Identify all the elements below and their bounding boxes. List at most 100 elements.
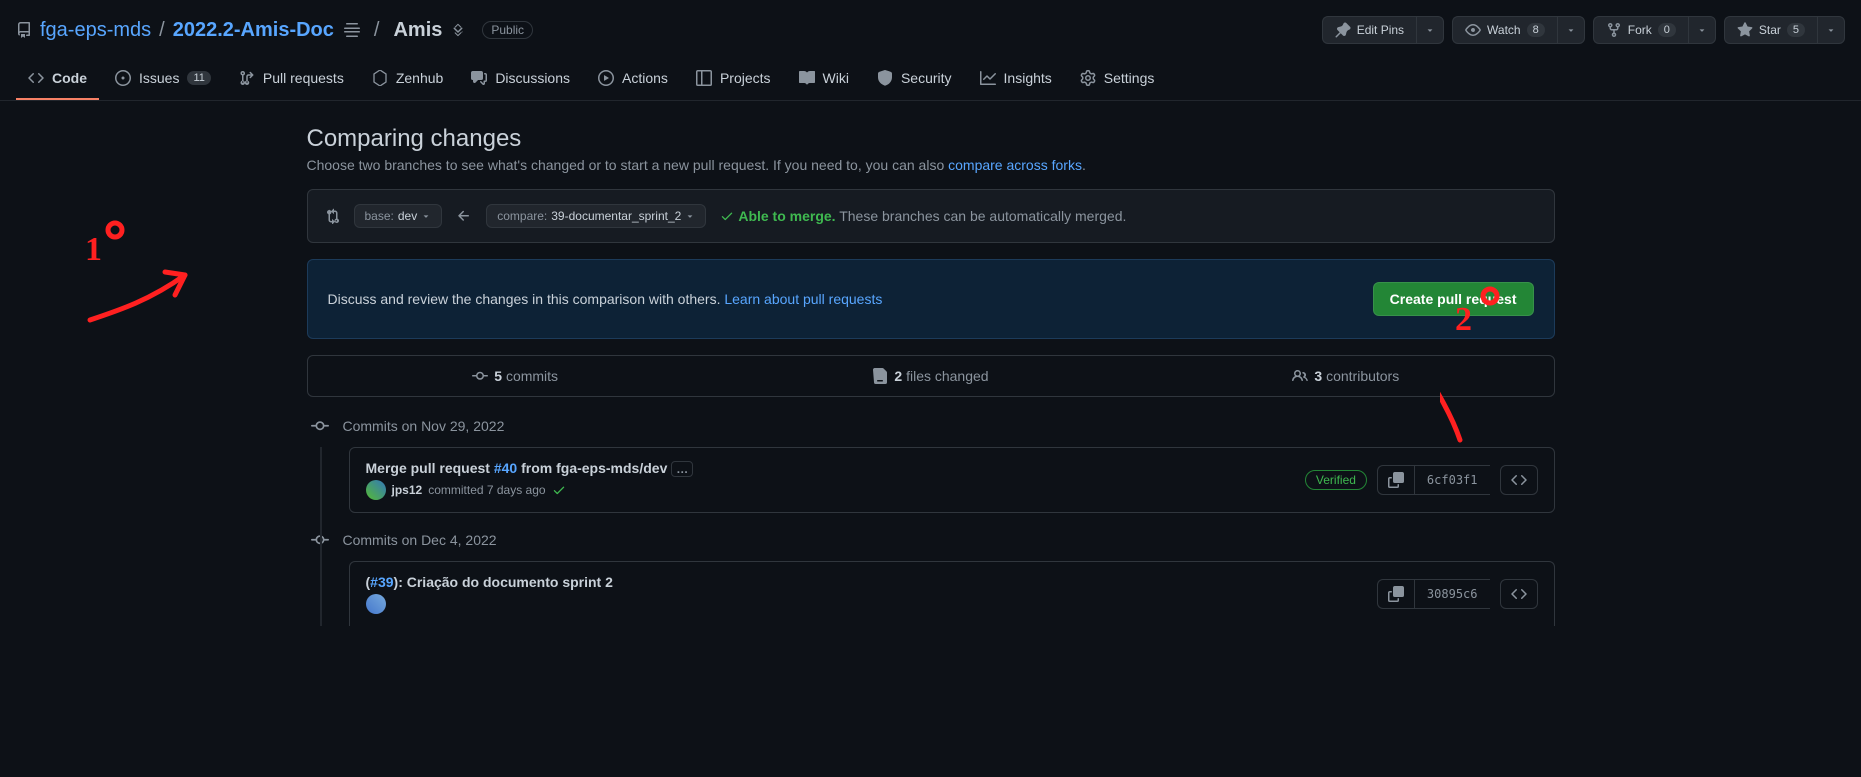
tab-insights[interactable]: Insights bbox=[968, 62, 1064, 100]
verified-badge[interactable]: Verified bbox=[1305, 470, 1367, 490]
watch-count: 8 bbox=[1527, 23, 1545, 37]
compare-forks-link[interactable]: compare across forks bbox=[948, 157, 1082, 173]
tab-code[interactable]: Code bbox=[16, 62, 99, 100]
eye-icon bbox=[1465, 22, 1481, 38]
page-subtitle: Choose two branches to see what's change… bbox=[307, 157, 1555, 173]
watch-dropdown[interactable] bbox=[1557, 16, 1585, 44]
dropdown-icon[interactable] bbox=[344, 22, 360, 38]
git-compare-icon bbox=[324, 208, 340, 224]
tab-zenhub[interactable]: Zenhub bbox=[360, 62, 455, 100]
svg-text:1: 1 bbox=[85, 231, 102, 268]
discuss-text: Discuss and review the changes in this c… bbox=[328, 291, 883, 307]
edit-pins-button[interactable]: Edit Pins bbox=[1322, 16, 1416, 44]
compare-range-box: base: dev compare: 39-documentar_sprint_… bbox=[307, 189, 1555, 243]
commit-icon bbox=[472, 368, 488, 384]
triangle-down-icon bbox=[1566, 25, 1576, 35]
check-icon bbox=[720, 209, 734, 223]
star-icon bbox=[1737, 22, 1753, 38]
copy-sha-button[interactable] bbox=[1377, 465, 1414, 495]
tab-issues[interactable]: Issues11 bbox=[103, 62, 223, 100]
tab-wiki[interactable]: Wiki bbox=[787, 62, 861, 100]
copy-sha-button[interactable] bbox=[1377, 579, 1414, 609]
context-name[interactable]: Amis bbox=[393, 19, 442, 42]
actions-icon bbox=[598, 70, 614, 86]
repo-icon bbox=[16, 22, 32, 38]
timeline-date-heading: Commits on Dec 4, 2022 bbox=[311, 531, 1555, 549]
issues-icon bbox=[115, 70, 131, 86]
code-icon bbox=[1511, 472, 1527, 488]
triangle-down-icon bbox=[1697, 25, 1707, 35]
compare-branch-selector[interactable]: compare: 39-documentar_sprint_2 bbox=[486, 204, 706, 228]
fork-button[interactable]: Fork 0 bbox=[1593, 16, 1688, 44]
context-separator: / bbox=[368, 19, 386, 42]
commit-title[interactable]: Merge pull request #40 from fga-eps-mds/… bbox=[366, 460, 694, 476]
shield-icon bbox=[877, 70, 893, 86]
zenhub-icon bbox=[372, 70, 388, 86]
people-icon bbox=[1292, 368, 1308, 384]
fork-dropdown[interactable] bbox=[1688, 16, 1716, 44]
stat-commits[interactable]: 5 commits bbox=[308, 356, 723, 396]
repo-name-link[interactable]: 2022.2-Amis-Doc bbox=[173, 19, 334, 42]
timeline-date-heading: Commits on Nov 29, 2022 bbox=[311, 417, 1555, 435]
avatar[interactable] bbox=[366, 480, 386, 500]
arrow-left-icon bbox=[456, 208, 472, 224]
commit-timeline: Commits on Nov 29, 2022 Merge pull reque… bbox=[307, 417, 1555, 626]
commit-sha-link[interactable]: 30895c6 bbox=[1414, 579, 1490, 609]
avatar[interactable] bbox=[366, 594, 386, 614]
page-title: Comparing changes bbox=[307, 125, 1555, 153]
commit-sha-link[interactable]: 6cf03f1 bbox=[1414, 465, 1490, 495]
learn-pr-link[interactable]: Learn about pull requests bbox=[724, 291, 882, 307]
pull-request-icon bbox=[239, 70, 255, 86]
triangle-down-icon bbox=[1826, 25, 1836, 35]
commit-row: Merge pull request #40 from fga-eps-mds/… bbox=[349, 447, 1555, 513]
triangle-down-icon bbox=[421, 211, 431, 221]
triangle-down-icon bbox=[685, 211, 695, 221]
star-dropdown[interactable] bbox=[1817, 16, 1845, 44]
browse-repo-button[interactable] bbox=[1500, 465, 1538, 495]
fork-icon bbox=[1606, 22, 1622, 38]
fork-count: 0 bbox=[1658, 23, 1676, 37]
tab-pull-requests[interactable]: Pull requests bbox=[227, 62, 356, 100]
context-chevron-icon[interactable] bbox=[450, 22, 466, 38]
star-button[interactable]: Star 5 bbox=[1724, 16, 1817, 44]
wiki-icon bbox=[799, 70, 815, 86]
commit-icon bbox=[311, 417, 329, 435]
stat-files[interactable]: 2 files changed bbox=[723, 356, 1138, 396]
commit-time: committed 7 days ago bbox=[428, 483, 545, 497]
tab-discussions[interactable]: Discussions bbox=[459, 62, 582, 100]
issues-count: 11 bbox=[187, 71, 210, 85]
commit-title[interactable]: (#39): Criação do documento sprint 2 bbox=[366, 574, 613, 590]
tab-security[interactable]: Security bbox=[865, 62, 964, 100]
repo-owner-link[interactable]: fga-eps-mds bbox=[40, 19, 151, 42]
pin-icon bbox=[1335, 22, 1351, 38]
browse-repo-button[interactable] bbox=[1500, 579, 1538, 609]
commit-issue-link[interactable]: #40 bbox=[494, 460, 517, 476]
base-branch-selector[interactable]: base: dev bbox=[354, 204, 443, 228]
code-icon bbox=[28, 70, 44, 86]
annotation-1: 1 bbox=[70, 210, 230, 340]
gear-icon bbox=[1080, 70, 1096, 86]
discussions-icon bbox=[471, 70, 487, 86]
tab-actions[interactable]: Actions bbox=[586, 62, 680, 100]
path-separator: / bbox=[159, 19, 165, 42]
tab-settings[interactable]: Settings bbox=[1068, 62, 1167, 100]
star-count: 5 bbox=[1787, 23, 1805, 37]
comparison-stats: 5 commits 2 files changed 3 contributors bbox=[307, 355, 1555, 397]
commit-row: (#39): Criação do documento sprint 2 308… bbox=[349, 561, 1555, 626]
tab-projects[interactable]: Projects bbox=[684, 62, 783, 100]
file-diff-icon bbox=[872, 368, 888, 384]
graph-icon bbox=[980, 70, 996, 86]
triangle-down-icon bbox=[1425, 25, 1435, 35]
code-icon bbox=[1511, 586, 1527, 602]
copy-icon bbox=[1388, 472, 1404, 488]
expand-commit-message-button[interactable]: … bbox=[671, 461, 693, 477]
commit-author[interactable]: jps12 bbox=[392, 483, 423, 497]
stat-contributors[interactable]: 3 contributors bbox=[1138, 356, 1553, 396]
copy-icon bbox=[1388, 586, 1404, 602]
watch-button[interactable]: Watch 8 bbox=[1452, 16, 1557, 44]
check-icon bbox=[552, 483, 566, 497]
commit-issue-link[interactable]: #39 bbox=[370, 574, 393, 590]
edit-pins-dropdown[interactable] bbox=[1416, 16, 1444, 44]
create-pull-request-button[interactable]: Create pull request bbox=[1373, 282, 1534, 316]
visibility-badge: Public bbox=[482, 21, 533, 39]
